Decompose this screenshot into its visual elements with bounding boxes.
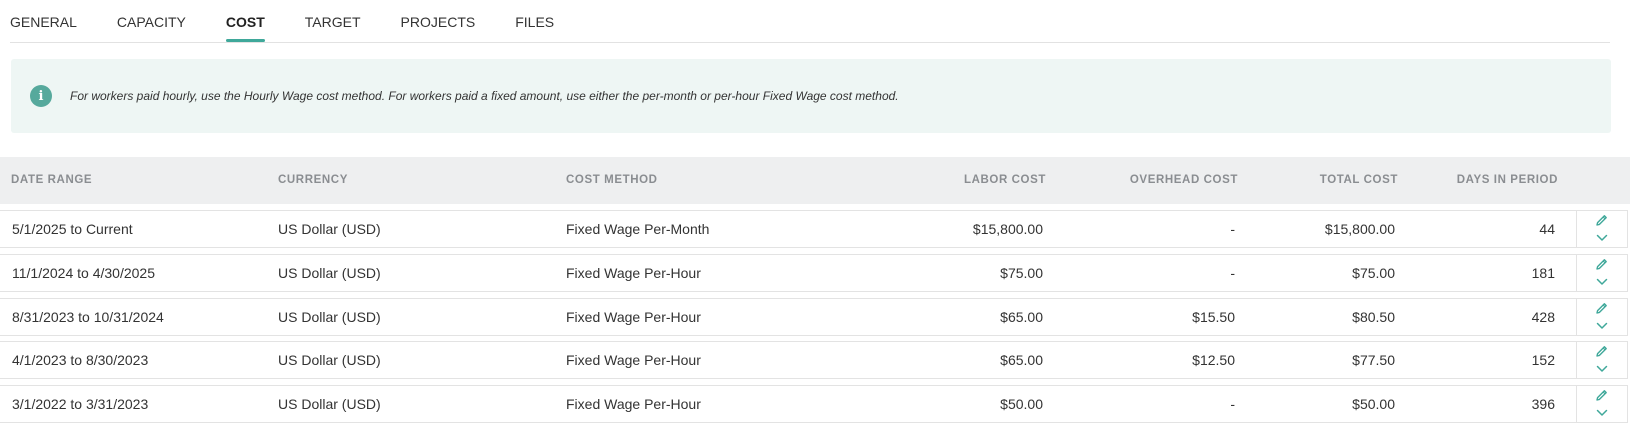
header-days-in-period[interactable]: DAYS IN PERIOD: [1457, 174, 1558, 186]
labor-cost-cell: $65.00: [1000, 309, 1043, 325]
labor-cost-cell: $15,800.00: [972, 221, 1043, 237]
total-cost-cell: $77.50: [1352, 352, 1395, 368]
date-range-cell: 8/31/2023 to 10/31/2024: [12, 309, 164, 325]
date-range-cell: 11/1/2024 to 4/30/2025: [12, 265, 155, 281]
header-overhead-cost[interactable]: OVERHEAD COST: [1130, 174, 1238, 186]
overhead-cost-cell: $15.50: [1192, 309, 1235, 325]
total-cost-cell: $15,800.00: [1324, 221, 1395, 237]
pencil-icon[interactable]: [1595, 214, 1609, 226]
cost-method-cell: Fixed Wage Per-Hour: [566, 352, 701, 368]
table-row: 3/1/2022 to 3/31/2023 US Dollar (USD) Fixe…: [0, 385, 1628, 423]
tab-bar: GENERAL CAPACITY COST TARGET PROJECTS FI…: [10, 0, 1610, 43]
total-cost-cell: $75.00: [1352, 265, 1395, 281]
overhead-cost-cell: -: [1230, 396, 1235, 412]
overhead-cost-cell: -: [1230, 221, 1235, 237]
tab-capacity[interactable]: CAPACITY: [117, 0, 186, 41]
row-actions: [1576, 255, 1627, 291]
tab-general[interactable]: GENERAL: [10, 0, 77, 41]
header-date-range[interactable]: DATE RANGE: [11, 174, 92, 186]
tab-projects[interactable]: PROJECTS: [401, 0, 476, 41]
tab-cost[interactable]: COST: [225, 0, 265, 42]
cost-method-cell: Fixed Wage Per-Month: [566, 221, 710, 237]
row-actions: [1576, 386, 1627, 422]
total-cost-cell: $80.50: [1352, 309, 1395, 325]
currency-cell: US Dollar (USD): [278, 221, 381, 237]
header-total-cost[interactable]: TOTAL COST: [1320, 174, 1398, 186]
overhead-cost-cell: -: [1230, 265, 1235, 281]
date-range-cell: 5/1/2025 to Current: [12, 221, 133, 237]
header-cost-method[interactable]: COST METHOD: [566, 174, 658, 186]
currency-cell: US Dollar (USD): [278, 309, 381, 325]
date-range-cell: 4/1/2023 to 8/30/2023: [12, 352, 149, 368]
table-row: 5/1/2025 to Current US Dollar (USD) Fixed …: [0, 210, 1628, 248]
pencil-icon[interactable]: [1595, 302, 1609, 314]
overhead-cost-cell: $12.50: [1192, 352, 1235, 368]
row-actions: [1576, 342, 1627, 378]
cost-method-cell: Fixed Wage Per-Hour: [566, 309, 701, 325]
chevron-down-icon[interactable]: [1595, 276, 1609, 288]
labor-cost-cell: $75.00: [1000, 265, 1043, 281]
total-cost-cell: $50.00: [1352, 396, 1395, 412]
days-in-period-cell: 44: [1539, 221, 1555, 237]
days-in-period-cell: 181: [1531, 265, 1555, 281]
table-header: DATE RANGE CURRENCY COST METHOD LABOR CO…: [0, 157, 1630, 204]
currency-cell: US Dollar (USD): [278, 352, 381, 368]
tab-target[interactable]: TARGET: [305, 0, 361, 41]
labor-cost-cell: $65.00: [1000, 352, 1043, 368]
cost-method-cell: Fixed Wage Per-Hour: [566, 265, 701, 281]
chevron-down-icon[interactable]: [1595, 363, 1609, 375]
info-text: For workers paid hourly, use the Hourly …: [70, 89, 899, 103]
pencil-icon[interactable]: [1595, 258, 1609, 270]
days-in-period-cell: 152: [1531, 352, 1555, 368]
table-row: 8/31/2023 to 10/31/2024 US Dollar (USD) Fi…: [0, 298, 1628, 336]
header-currency[interactable]: CURRENCY: [278, 174, 348, 186]
table-row: 11/1/2024 to 4/30/2025 US Dollar (USD) Fix…: [0, 254, 1628, 292]
tab-files[interactable]: FILES: [515, 0, 554, 41]
info-banner: i For workers paid hourly, use the Hourl…: [11, 59, 1611, 133]
table-row: 4/1/2023 to 8/30/2023 US Dollar (USD) Fixe…: [0, 341, 1628, 379]
chevron-down-icon[interactable]: [1595, 232, 1609, 244]
chevron-down-icon[interactable]: [1595, 407, 1609, 419]
currency-cell: US Dollar (USD): [278, 265, 381, 281]
labor-cost-cell: $50.00: [1000, 396, 1043, 412]
days-in-period-cell: 396: [1531, 396, 1555, 412]
days-in-period-cell: 428: [1531, 309, 1555, 325]
cost-method-cell: Fixed Wage Per-Hour: [566, 396, 701, 412]
chevron-down-icon[interactable]: [1595, 320, 1609, 332]
info-icon: i: [30, 85, 52, 107]
pencil-icon[interactable]: [1595, 345, 1609, 357]
row-actions: [1576, 299, 1627, 335]
currency-cell: US Dollar (USD): [278, 396, 381, 412]
row-actions: [1576, 211, 1627, 247]
pencil-icon[interactable]: [1595, 389, 1609, 401]
header-labor-cost[interactable]: LABOR COST: [964, 174, 1046, 186]
date-range-cell: 3/1/2022 to 3/31/2023: [12, 396, 149, 412]
